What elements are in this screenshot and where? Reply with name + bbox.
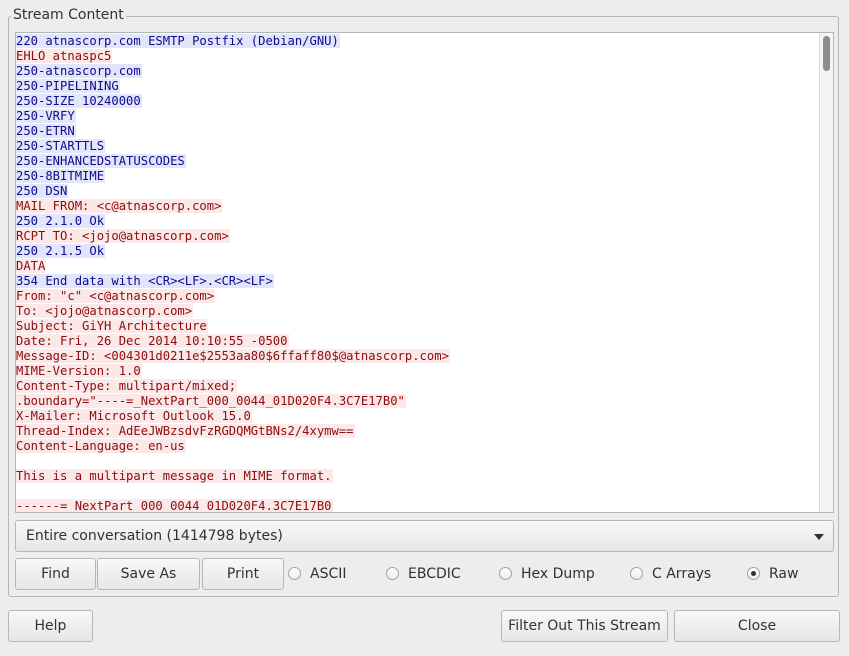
- stream-line-text: [16, 484, 17, 498]
- stream-line-text: Date: Fri, 26 Dec 2014 10:10:55 -0500: [16, 334, 289, 348]
- stream-line-text: 250-VRFY: [16, 109, 76, 123]
- stream-line-text: X-Mailer: Microsoft Outlook 15.0: [16, 409, 252, 423]
- client-line: EHLO atnaspc5: [16, 49, 819, 64]
- format-label: EBCDIC: [408, 566, 461, 582]
- radio-icon: [386, 567, 399, 580]
- stream-line-text: 220 atnascorp.com ESMTP Postfix (Debian/…: [16, 34, 340, 48]
- stream-line-text: MAIL FROM: <c@atnascorp.com>: [16, 199, 223, 213]
- server-line: 250-8BITMIME: [16, 169, 819, 184]
- client-line: This is a multipart message in MIME form…: [16, 469, 819, 484]
- radio-icon: [288, 567, 301, 580]
- server-line: 354 End data with <CR><LF>.<CR><LF>: [16, 274, 819, 289]
- stream-line-text: Subject: GiYH Architecture: [16, 319, 208, 333]
- stream-line-text: 250-STARTTLS: [16, 139, 106, 153]
- stream-line-text: 250-ETRN: [16, 124, 76, 138]
- client-line: [16, 454, 819, 469]
- stream-text-view[interactable]: 220 atnascorp.com ESMTP Postfix (Debian/…: [15, 32, 834, 513]
- radio-icon: [499, 567, 512, 580]
- client-line: MAIL FROM: <c@atnascorp.com>: [16, 199, 819, 214]
- stream-line-text: 250-PIPELINING: [16, 79, 120, 93]
- client-line: DATA: [16, 259, 819, 274]
- server-line: 220 atnascorp.com ESMTP Postfix (Debian/…: [16, 34, 819, 49]
- find-button[interactable]: Find: [15, 558, 96, 590]
- client-line: Message-ID: <004301d0211e$2553aa80$6ffaf…: [16, 349, 819, 364]
- client-line: Date: Fri, 26 Dec 2014 10:10:55 -0500: [16, 334, 819, 349]
- stream-line-text: EHLO atnaspc5: [16, 49, 113, 63]
- client-line: Content-Type: multipart/mixed;: [16, 379, 819, 394]
- stream-line-text: [16, 454, 17, 468]
- client-line: To: <jojo@atnascorp.com>: [16, 304, 819, 319]
- stream-content-label: Stream Content: [11, 7, 126, 23]
- stream-line-text: 250 DSN: [16, 184, 69, 198]
- client-line: From: "c" <c@atnascorp.com>: [16, 289, 819, 304]
- stream-line-text: This is a multipart message in MIME form…: [16, 469, 333, 483]
- server-line: 250-ENHANCEDSTATUSCODES: [16, 154, 819, 169]
- server-line: 250-PIPELINING: [16, 79, 819, 94]
- stream-line-text: 250-8BITMIME: [16, 169, 106, 183]
- save-as-button[interactable]: Save As: [97, 558, 200, 590]
- stream-line-text: 250-SIZE 10240000: [16, 94, 142, 108]
- client-line: X-Mailer: Microsoft Outlook 15.0: [16, 409, 819, 424]
- format-label: Raw: [769, 566, 799, 582]
- radio-icon: [747, 567, 760, 580]
- stream-line-text: 250 2.1.0 Ok: [16, 214, 106, 228]
- client-line: MIME-Version: 1.0: [16, 364, 819, 379]
- stream-line-text: MIME-Version: 1.0: [16, 364, 142, 378]
- stream-line-text: ------=_NextPart_000_0044_01D020F4.3C7E1…: [16, 499, 333, 513]
- format-label: C Arrays: [652, 566, 712, 582]
- format-label: Hex Dump: [521, 566, 595, 582]
- server-line: 250-atnascorp.com: [16, 64, 819, 79]
- conversation-select-value: Entire conversation (1414798 bytes): [26, 528, 283, 544]
- client-line: Content-Language: en-us: [16, 439, 819, 454]
- server-line: 250 2.1.5 Ok: [16, 244, 819, 259]
- stream-line-text: Thread-Index: AdEeJWBzsdvFzRGDQMGtBNs2/4…: [16, 424, 355, 438]
- client-line: .boundary="----=_NextPart_000_0044_01D02…: [16, 394, 819, 409]
- client-line: [16, 484, 819, 499]
- client-line: RCPT TO: <jojo@atnascorp.com>: [16, 229, 819, 244]
- stream-line-text: Message-ID: <004301d0211e$2553aa80$6ffaf…: [16, 349, 450, 363]
- radio-icon: [630, 567, 643, 580]
- server-line: 250-VRFY: [16, 109, 819, 124]
- scrollbar-thumb[interactable]: [823, 36, 830, 71]
- help-button[interactable]: Help: [8, 610, 93, 642]
- stream-line-text: 250-atnascorp.com: [16, 64, 142, 78]
- radio-selected-dot: [751, 571, 756, 576]
- stream-line-text: 354 End data with <CR><LF>.<CR><LF>: [16, 274, 274, 288]
- vertical-scrollbar[interactable]: [819, 33, 833, 512]
- stream-line-text: .boundary="----=_NextPart_000_0044_01D02…: [16, 394, 406, 408]
- conversation-select[interactable]: Entire conversation (1414798 bytes): [15, 520, 834, 552]
- server-line: 250 DSN: [16, 184, 819, 199]
- stream-line-text: To: <jojo@atnascorp.com>: [16, 304, 194, 318]
- client-line: Thread-Index: AdEeJWBzsdvFzRGDQMGtBNs2/4…: [16, 424, 819, 439]
- close-button[interactable]: Close: [674, 610, 840, 642]
- format-label: ASCII: [310, 566, 347, 582]
- server-line: 250 2.1.0 Ok: [16, 214, 819, 229]
- server-line: 250-STARTTLS: [16, 139, 819, 154]
- stream-text-content[interactable]: 220 atnascorp.com ESMTP Postfix (Debian/…: [16, 33, 819, 513]
- stream-line-text: RCPT TO: <jojo@atnascorp.com>: [16, 229, 230, 243]
- client-line: Subject: GiYH Architecture: [16, 319, 819, 334]
- stream-line-text: From: "c" <c@atnascorp.com>: [16, 289, 216, 303]
- stream-line-text: 250 2.1.5 Ok: [16, 244, 106, 258]
- chevron-down-icon: [814, 534, 824, 540]
- filter-out-stream-button[interactable]: Filter Out This Stream: [501, 610, 668, 642]
- server-line: 250-ETRN: [16, 124, 819, 139]
- print-button[interactable]: Print: [202, 558, 284, 590]
- stream-line-text: DATA: [16, 259, 47, 273]
- stream-line-text: Content-Type: multipart/mixed;: [16, 379, 238, 393]
- stream-line-text: Content-Language: en-us: [16, 439, 186, 453]
- server-line: 250-SIZE 10240000: [16, 94, 819, 109]
- client-line: ------=_NextPart_000_0044_01D020F4.3C7E1…: [16, 499, 819, 513]
- stream-line-text: 250-ENHANCEDSTATUSCODES: [16, 154, 186, 168]
